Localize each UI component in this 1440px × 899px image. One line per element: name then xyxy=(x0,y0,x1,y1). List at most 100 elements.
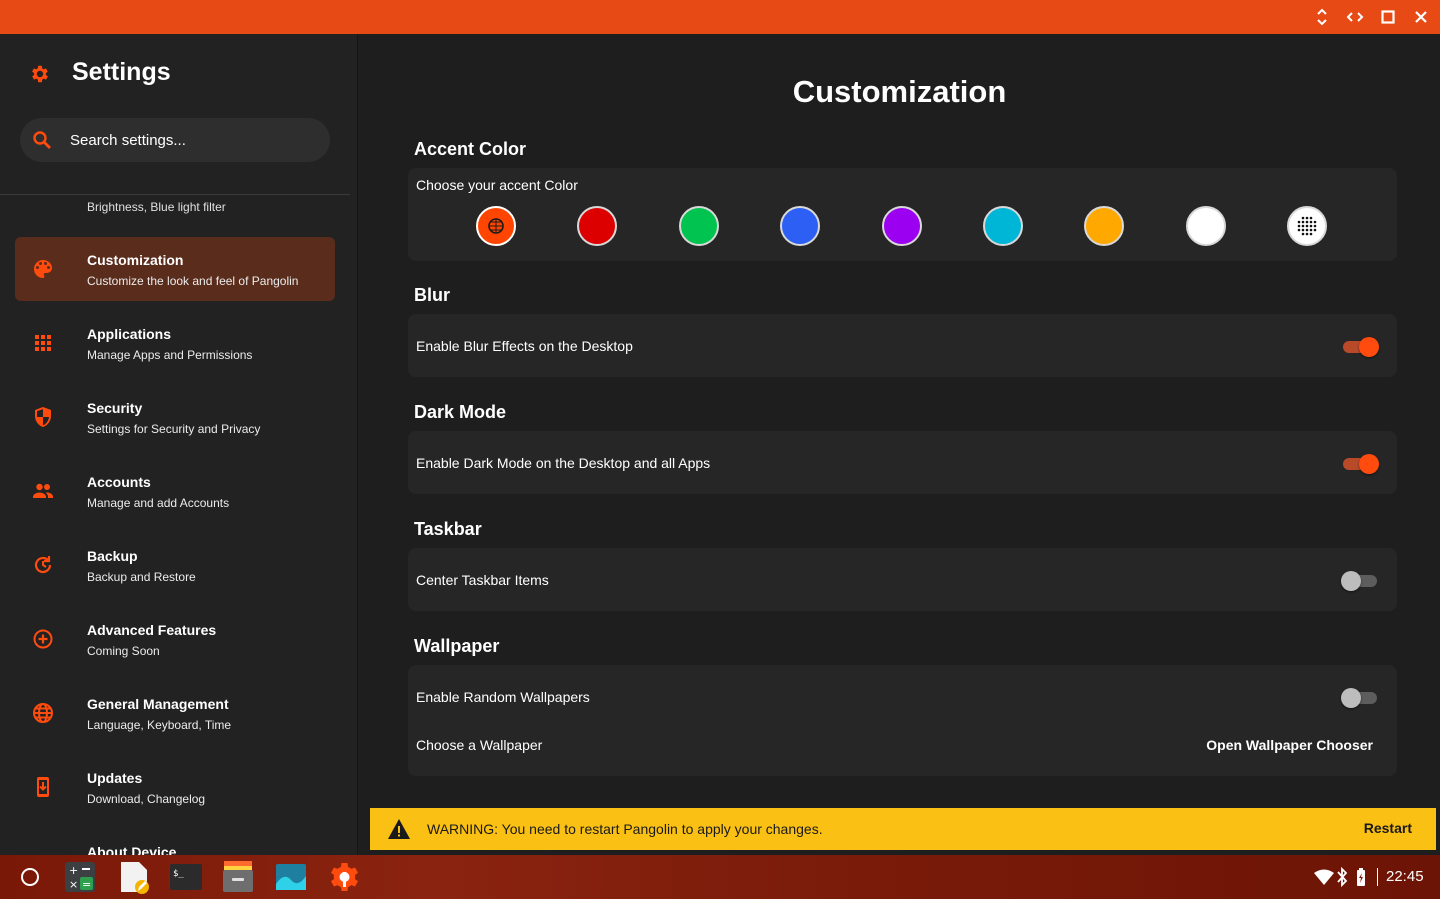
dark-mode-card: Enable Dark Mode on the Desktop and all … xyxy=(408,431,1397,494)
sidebar-item-advanced-features[interactable]: Advanced Features Coming Soon xyxy=(15,607,335,671)
warning-text: WARNING: You need to restart Pangolin to… xyxy=(427,821,823,837)
section-heading-dark-mode: Dark Mode xyxy=(414,402,507,422)
selected-check-icon xyxy=(488,218,504,234)
dark-mode-toggle[interactable] xyxy=(1341,451,1379,475)
people-icon xyxy=(31,479,55,503)
search-input[interactable] xyxy=(70,118,320,162)
sidebar-item-updates[interactable]: Updates Download, Changelog xyxy=(15,755,335,819)
settings-app-icon[interactable] xyxy=(327,860,361,894)
sidebar-item-applications[interactable]: Applications Manage Apps and Permissions xyxy=(15,311,335,375)
dark-mode-label: Enable Dark Mode on the Desktop and all … xyxy=(416,455,711,471)
sidebar-item-subtitle: Manage and add Accounts xyxy=(87,496,230,510)
section-heading-wallpaper: Wallpaper xyxy=(414,636,500,656)
backup-restore-icon xyxy=(31,553,55,577)
sidebar-item-subtitle: Backup and Restore xyxy=(87,570,196,584)
terminal-icon[interactable]: $_ xyxy=(169,860,203,894)
warning-icon xyxy=(387,818,411,840)
accent-swatch[interactable] xyxy=(1084,206,1125,246)
search-icon xyxy=(32,130,52,150)
sidebar-item-subtitle: Settings for Security and Privacy xyxy=(87,422,261,436)
random-wallpaper-toggle[interactable] xyxy=(1341,685,1379,709)
taskbar-center-label: Center Taskbar Items xyxy=(416,572,549,588)
sidebar-item-title: Backup xyxy=(87,548,138,564)
plus-circle-icon xyxy=(31,627,55,651)
globe-icon xyxy=(31,701,55,725)
sidebar-title: Settings xyxy=(72,58,171,86)
sidebar: Settings Brightness, Blue light filter C… xyxy=(0,34,358,855)
sidebar-item-display-sub[interactable]: Brightness, Blue light filter xyxy=(87,200,226,214)
resize-icon[interactable] xyxy=(1312,7,1332,27)
window-titlebar xyxy=(0,0,1440,34)
sidebar-item-subtitle: Language, Keyboard, Time xyxy=(87,718,232,732)
sidebar-header: Settings xyxy=(0,34,357,194)
choose-wallpaper-label: Choose a Wallpaper xyxy=(416,737,543,753)
svg-text:$_: $_ xyxy=(173,869,184,879)
sidebar-item-title: Applications xyxy=(87,326,172,342)
text-editor-icon[interactable] xyxy=(117,860,151,894)
taskbar: + × = $_ 22:45 xyxy=(0,855,1440,899)
accent-swatch[interactable] xyxy=(678,206,719,246)
sidebar-item-about-device[interactable]: About Device xyxy=(15,829,335,855)
custom-color-picker-swatch[interactable] xyxy=(1287,206,1328,246)
section-heading-accent-color: Accent Color xyxy=(414,139,527,159)
svg-text:=: = xyxy=(82,878,91,891)
apps-grid-icon xyxy=(31,331,55,355)
sidebar-item-subtitle: Manage Apps and Permissions xyxy=(87,348,253,362)
blur-label: Enable Blur Effects on the Desktop xyxy=(416,338,633,354)
palette-icon xyxy=(31,257,55,281)
calculator-icon[interactable]: + × = xyxy=(63,860,97,894)
sidebar-divider xyxy=(0,194,350,195)
center-taskbar-toggle[interactable] xyxy=(1341,568,1379,592)
page-title: Customization xyxy=(792,74,1007,109)
gear-icon xyxy=(29,63,51,85)
close-icon[interactable] xyxy=(1411,7,1431,27)
code-icon[interactable] xyxy=(1345,7,1365,27)
toggle-thumb xyxy=(1341,571,1361,591)
sidebar-item-subtitle: Download, Changelog xyxy=(87,792,206,806)
sidebar-item-title: Customization xyxy=(87,252,184,268)
open-wallpaper-chooser-button[interactable]: Open Wallpaper Chooser xyxy=(1206,737,1373,753)
clock[interactable]: 22:45 xyxy=(1386,868,1424,885)
sidebar-item-subtitle: Customize the look and feel of Pangolin xyxy=(87,274,299,288)
sidebar-item-security[interactable]: Security Settings for Security and Priva… xyxy=(15,385,335,449)
sidebar-item-accounts[interactable]: Accounts Manage and add Accounts xyxy=(15,459,335,523)
accent-swatch[interactable] xyxy=(983,206,1023,246)
taskbar-card: Center Taskbar Items xyxy=(408,548,1397,611)
accent-color-card: Choose your accent Color xyxy=(408,168,1397,261)
blur-toggle[interactable] xyxy=(1341,334,1379,358)
wallpaper-card: Enable Random Wallpapers Choose a Wallpa… xyxy=(408,665,1397,776)
accent-swatch[interactable] xyxy=(476,206,516,246)
accent-swatch[interactable] xyxy=(577,206,618,246)
svg-text:×: × xyxy=(69,878,78,891)
image-viewer-icon[interactable] xyxy=(274,860,308,894)
sidebar-item-title: Updates xyxy=(87,770,143,786)
accent-swatch[interactable] xyxy=(780,206,821,246)
maximize-icon[interactable] xyxy=(1378,7,1398,27)
bluetooth-icon[interactable] xyxy=(1336,866,1348,888)
shield-icon xyxy=(31,405,55,429)
accent-swatch[interactable] xyxy=(881,206,922,246)
random-wallpaper-label: Enable Random Wallpapers xyxy=(416,689,590,705)
tray-separator xyxy=(1377,868,1378,886)
sidebar-item-general-management[interactable]: General Management Language, Keyboard, T… xyxy=(15,681,335,745)
sidebar-item-backup[interactable]: Backup Backup and Restore xyxy=(15,533,335,597)
accent-swatch[interactable] xyxy=(1185,206,1226,246)
battery-icon[interactable] xyxy=(1355,867,1367,887)
toggle-thumb xyxy=(1359,337,1379,357)
section-heading-taskbar: Taskbar xyxy=(414,519,482,539)
search-box[interactable] xyxy=(20,118,330,162)
archive-icon[interactable] xyxy=(221,860,255,894)
sidebar-item-title: Accounts xyxy=(87,474,151,490)
toggle-thumb xyxy=(1341,688,1361,708)
accent-color-label: Choose your accent Color xyxy=(416,177,578,193)
wifi-icon[interactable] xyxy=(1314,868,1334,886)
launcher-icon[interactable] xyxy=(13,860,47,894)
main-content: Customization Accent Color Choose your a… xyxy=(359,34,1440,855)
restart-button[interactable]: Restart xyxy=(1364,820,1412,836)
sidebar-item-title: General Management xyxy=(87,696,229,712)
sidebar-item-customization[interactable]: Customization Customize the look and fee… xyxy=(15,237,335,301)
system-update-icon xyxy=(31,775,55,799)
sidebar-item-subtitle: Coming Soon xyxy=(87,644,160,658)
toggle-thumb xyxy=(1359,454,1379,474)
sidebar-item-title: About Device xyxy=(87,844,177,855)
